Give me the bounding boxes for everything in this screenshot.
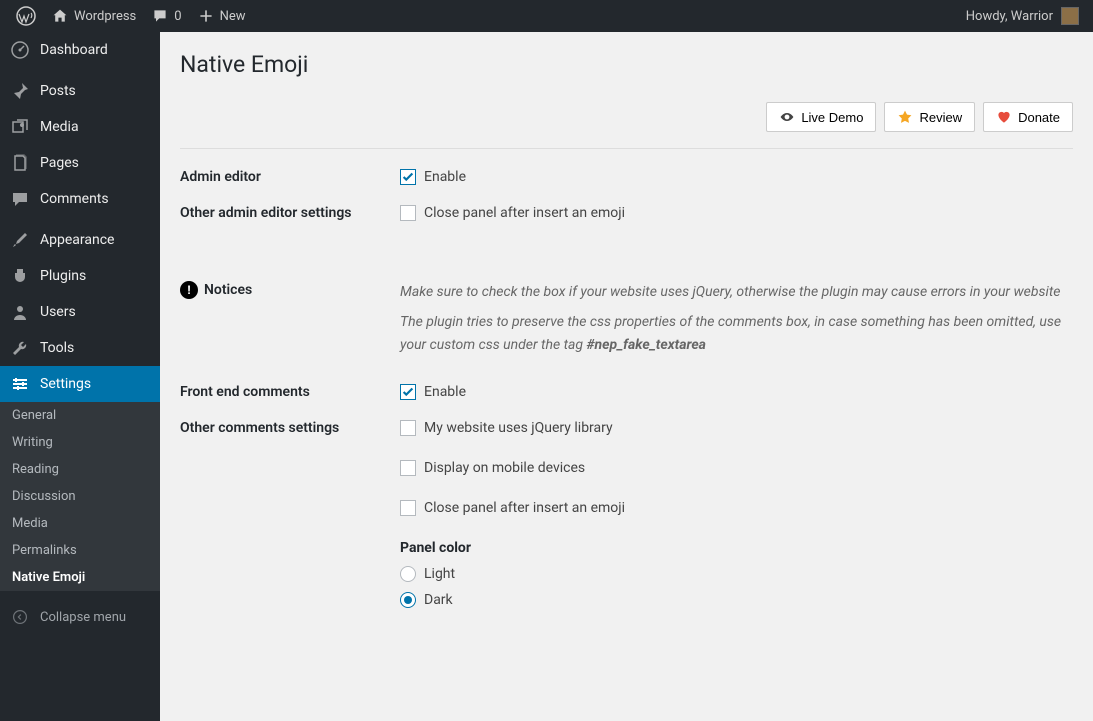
radio-label: Light (424, 566, 455, 582)
admin-editor-enable-checkbox[interactable] (400, 169, 416, 185)
heart-icon (996, 109, 1012, 125)
button-label: Donate (1018, 110, 1060, 125)
sidebar-item-media[interactable]: Media (0, 109, 160, 145)
user-menu[interactable]: Howdy, Warrior (966, 7, 1085, 25)
submenu-discussion[interactable]: Discussion (0, 483, 160, 510)
close-panel-comments-checkbox[interactable] (400, 500, 416, 516)
sidebar-item-pages[interactable]: Pages (0, 145, 160, 181)
collapse-icon (10, 607, 30, 627)
admin-editor-label: Admin editor (180, 169, 400, 185)
submenu-media[interactable]: Media (0, 510, 160, 537)
sidebar-item-label: Posts (40, 83, 76, 99)
wrench-icon (10, 338, 30, 358)
panel-color-light-radio[interactable] (400, 566, 416, 582)
sidebar-item-posts[interactable]: Posts (0, 73, 160, 109)
media-icon (10, 117, 30, 137)
submenu-reading[interactable]: Reading (0, 456, 160, 483)
sidebar-item-label: Settings (40, 376, 91, 392)
front-comments-label: Front end comments (180, 384, 400, 400)
other-comments-label: Other comments settings (180, 420, 400, 436)
sidebar-item-plugins[interactable]: Plugins (0, 258, 160, 294)
jquery-checkbox[interactable] (400, 420, 416, 436)
brush-icon (10, 230, 30, 250)
sidebar-item-label: Comments (40, 191, 109, 207)
pages-icon (10, 153, 30, 173)
sidebar-item-label: Users (40, 304, 76, 320)
comment-icon (10, 189, 30, 209)
live-demo-button[interactable]: Live Demo (766, 102, 876, 132)
plug-icon (10, 266, 30, 286)
checkbox-label: Close panel after insert an emoji (424, 205, 625, 221)
submenu-writing[interactable]: Writing (0, 429, 160, 456)
new-content-link[interactable]: New (190, 0, 254, 32)
howdy-text: Howdy, Warrior (966, 9, 1053, 24)
wp-logo[interactable] (8, 0, 44, 32)
sidebar-item-label: Appearance (40, 232, 114, 248)
sidebar-item-settings[interactable]: Settings (0, 366, 160, 402)
pin-icon (10, 81, 30, 101)
sidebar-item-label: Dashboard (40, 42, 108, 58)
settings-submenu: General Writing Reading Discussion Media… (0, 402, 160, 591)
admin-sidebar: Dashboard Posts Media Pages Comments App… (0, 32, 160, 721)
wordpress-icon (16, 6, 36, 26)
checkbox-label: Enable (424, 384, 466, 400)
star-icon (897, 109, 913, 125)
sidebar-item-label: Pages (40, 155, 79, 171)
settings-icon (10, 374, 30, 394)
notice-text-1: Make sure to check the box if your websi… (400, 281, 1073, 303)
sidebar-item-label: Media (40, 119, 79, 135)
sidebar-item-label: Tools (40, 340, 74, 356)
sidebar-item-dashboard[interactable]: Dashboard (0, 32, 160, 68)
review-button[interactable]: Review (884, 102, 975, 132)
site-name: Wordpress (74, 9, 136, 24)
checkbox-label: Enable (424, 169, 466, 185)
home-icon (52, 8, 68, 24)
collapse-menu[interactable]: Collapse menu (0, 599, 160, 635)
new-label: New (220, 9, 246, 24)
radio-label: Dark (424, 592, 453, 608)
admin-toolbar: Wordpress 0 New Howdy, Warrior (0, 0, 1093, 32)
front-comments-enable-checkbox[interactable] (400, 384, 416, 400)
other-admin-label: Other admin editor settings (180, 205, 400, 221)
sidebar-item-users[interactable]: Users (0, 294, 160, 330)
submenu-permalinks[interactable]: Permalinks (0, 537, 160, 564)
panel-color-heading: Panel color (400, 540, 1073, 556)
notices-label: ! Notices (180, 281, 400, 299)
main-content: Native Emoji Live Demo Review Donate Adm… (160, 32, 1093, 721)
comments-link[interactable]: 0 (144, 0, 189, 32)
comment-icon (152, 8, 168, 24)
avatar (1061, 7, 1079, 25)
alert-icon: ! (180, 281, 198, 299)
submenu-native-emoji[interactable]: Native Emoji (0, 564, 160, 591)
page-title: Native Emoji (180, 42, 1073, 82)
checkbox-label: Close panel after insert an emoji (424, 500, 625, 516)
eye-icon (779, 109, 795, 125)
collapse-label: Collapse menu (40, 610, 126, 625)
sidebar-item-comments[interactable]: Comments (0, 181, 160, 217)
submenu-general[interactable]: General (0, 402, 160, 429)
close-panel-admin-checkbox[interactable] (400, 205, 416, 221)
notice-text-2: The plugin tries to preserve the css pro… (400, 311, 1073, 356)
site-name-link[interactable]: Wordpress (44, 0, 144, 32)
user-icon (10, 302, 30, 322)
donate-button[interactable]: Donate (983, 102, 1073, 132)
sidebar-item-tools[interactable]: Tools (0, 330, 160, 366)
sidebar-item-appearance[interactable]: Appearance (0, 222, 160, 258)
checkbox-label: My website uses jQuery library (424, 420, 613, 436)
dashboard-icon (10, 40, 30, 60)
checkbox-label: Display on mobile devices (424, 460, 585, 476)
button-label: Review (919, 110, 962, 125)
button-label: Live Demo (801, 110, 863, 125)
mobile-checkbox[interactable] (400, 460, 416, 476)
plus-icon (198, 8, 214, 24)
panel-color-dark-radio[interactable] (400, 592, 416, 608)
comments-count: 0 (174, 9, 181, 24)
sidebar-item-label: Plugins (40, 268, 86, 284)
